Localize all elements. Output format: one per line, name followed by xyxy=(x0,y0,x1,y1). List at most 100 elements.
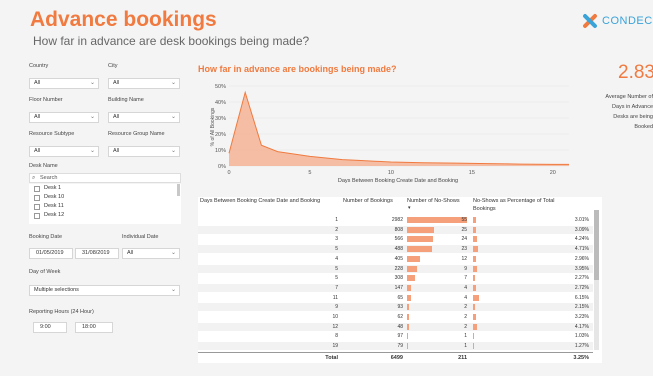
cell-noshows: 1 xyxy=(464,333,467,340)
list-item[interactable]: Desk 10 xyxy=(29,193,181,202)
cell-pct: 2.15% xyxy=(574,304,589,311)
list-item[interactable]: Desk 12 xyxy=(29,211,181,220)
cell-bookings: 65 xyxy=(397,294,403,301)
table-row[interactable]: 5 488 23 4.71% xyxy=(198,245,593,254)
cell-bookings: 97 xyxy=(397,333,403,340)
desk-search-input[interactable]: ⌕ Search xyxy=(29,173,181,183)
table-row[interactable]: 2 808 25 3.09% xyxy=(198,225,593,234)
cell-pct: 2.27% xyxy=(574,275,589,282)
search-icon: ⌕ xyxy=(32,175,36,181)
subtype-dropdown[interactable]: All ⌄ xyxy=(29,146,99,157)
table-scrollbar-thumb[interactable] xyxy=(594,210,599,280)
table-row[interactable]: 7 147 4 2.72% xyxy=(198,283,593,292)
cell-pct: 1.03% xyxy=(574,333,589,340)
booking-date-to[interactable]: 31/08/2019 xyxy=(75,248,119,259)
table-row[interactable]: 3 566 24 4.24% xyxy=(198,235,593,243)
checkbox[interactable] xyxy=(34,203,40,210)
x-tick-label: 20 xyxy=(550,170,556,176)
chart-x-label: Days Between Booking Create Date and Boo… xyxy=(337,178,459,184)
table-header-bookings[interactable]: Number of Bookings xyxy=(343,197,403,205)
city-dropdown[interactable]: All ⌄ xyxy=(108,78,180,89)
individual-date-dropdown[interactable]: All ⌄ xyxy=(122,248,180,259)
cell-bookings: 308 xyxy=(394,275,403,282)
hours-to[interactable]: 18:00 xyxy=(75,322,113,333)
y-tick-label: 20% xyxy=(215,132,226,138)
cell-days: 5 xyxy=(335,265,338,272)
cell-noshows: 2 xyxy=(464,323,467,330)
cell-days: 9 xyxy=(335,304,338,311)
table-total-row: Total 6499 211 3.25% xyxy=(198,352,593,362)
cell-bookings: 228 xyxy=(394,265,403,272)
kpi-value: 2.83 xyxy=(618,62,653,83)
day-of-week-dropdown[interactable]: Multiple selections ⌄ xyxy=(29,285,180,296)
page-subtitle: How far in advance are desk bookings bei… xyxy=(33,34,310,48)
cell-noshows: 9 xyxy=(464,265,467,272)
hours-from[interactable]: 9:00 xyxy=(33,322,67,333)
cell-noshows: 2 xyxy=(464,304,467,311)
cell-days: 2 xyxy=(335,226,338,233)
cell-pct: 3.23% xyxy=(574,314,589,320)
table-row[interactable]: 4 405 12 2.96% xyxy=(198,255,593,263)
floor-dropdown[interactable]: All ⌄ xyxy=(29,112,99,123)
building-dropdown[interactable]: All ⌄ xyxy=(108,112,180,123)
group-label: Resource Group Name xyxy=(108,131,165,137)
booking-date-from[interactable]: 01/05/2019 xyxy=(29,248,73,259)
chevron-down-icon: ⌄ xyxy=(89,148,95,154)
total-bookings: 6499 xyxy=(390,355,403,361)
chevron-down-icon: ⌄ xyxy=(170,287,176,293)
desk-list-scrollbar[interactable] xyxy=(177,184,180,196)
table-row[interactable]: 19 79 1 1.27% xyxy=(198,342,593,351)
checkbox[interactable] xyxy=(34,185,40,192)
country-label: Country xyxy=(29,63,49,69)
table-row[interactable]: 11 65 4 6.15% xyxy=(198,294,593,302)
table-scrollbar[interactable] xyxy=(594,210,599,350)
chevron-down-icon: ⌄ xyxy=(89,80,95,86)
table-row[interactable]: 12 48 2 4.17% xyxy=(198,322,593,331)
cell-days: 7 xyxy=(335,284,338,291)
table-row[interactable]: 5 228 9 3.95% xyxy=(198,264,593,273)
desk-list: Desk 1 Desk 10 Desk 11 Desk 12 xyxy=(29,184,181,224)
table-row[interactable]: 9 93 2 2.15% xyxy=(198,303,593,312)
table-row[interactable]: 8 97 1 1.03% xyxy=(198,332,593,340)
table-header-days[interactable]: Days Between Booking Create Date and Boo… xyxy=(200,197,340,205)
list-item[interactable]: Desk 11 xyxy=(29,202,181,211)
table-header-noshows[interactable]: Number of No-Shows xyxy=(407,197,473,205)
cell-noshows: 55 xyxy=(461,217,467,223)
cell-noshows: 25 xyxy=(461,226,467,233)
chevron-down-icon: ⌄ xyxy=(170,250,176,256)
x-tick-label: 10 xyxy=(388,170,394,176)
cell-pct: 3.09% xyxy=(574,226,589,233)
cell-noshows: 4 xyxy=(464,284,467,291)
individual-date-label: Individual Date xyxy=(122,234,159,240)
kpi-label: Average Number of Days in Advance Desks … xyxy=(605,94,653,130)
cell-noshows: 1 xyxy=(464,343,467,350)
total-label: Total xyxy=(325,355,338,361)
table-row[interactable]: 5 308 7 2.27% xyxy=(198,274,593,282)
x-tick-label: 5 xyxy=(308,170,311,176)
table-row[interactable]: 1 2982 55 3.01% xyxy=(198,216,593,224)
list-item[interactable]: Desk 1 xyxy=(29,184,181,193)
page-title: Advance bookings xyxy=(30,8,217,31)
y-tick-label: 50% xyxy=(215,84,226,90)
cell-bookings: 2982 xyxy=(391,217,403,223)
cell-pct: 2.96% xyxy=(574,255,589,262)
group-dropdown[interactable]: All ⌄ xyxy=(108,146,180,157)
cell-days: 12 xyxy=(332,323,338,330)
sort-desc-icon[interactable]: ▾ xyxy=(408,205,411,211)
checkbox[interactable] xyxy=(34,194,40,201)
cell-days: 1 xyxy=(335,217,338,223)
cell-days: 5 xyxy=(335,246,338,253)
table-header-pct[interactable]: No-Shows as Percentage of Total Bookings xyxy=(473,197,573,213)
country-dropdown[interactable]: All ⌄ xyxy=(29,78,99,89)
x-tick-label: 0 xyxy=(227,170,230,176)
chevron-down-icon: ⌄ xyxy=(170,80,176,86)
cell-days: 8 xyxy=(335,333,338,340)
area-line xyxy=(228,90,569,165)
cell-days: 5 xyxy=(335,275,338,282)
table-row[interactable]: 10 62 2 3.23% xyxy=(198,313,593,321)
y-tick-label: 0% xyxy=(218,164,226,170)
checkbox[interactable] xyxy=(34,212,40,219)
logo-text: CONDECO xyxy=(602,15,653,27)
condeco-logo: CONDECO xyxy=(581,12,653,30)
cell-bookings: 79 xyxy=(397,343,403,350)
